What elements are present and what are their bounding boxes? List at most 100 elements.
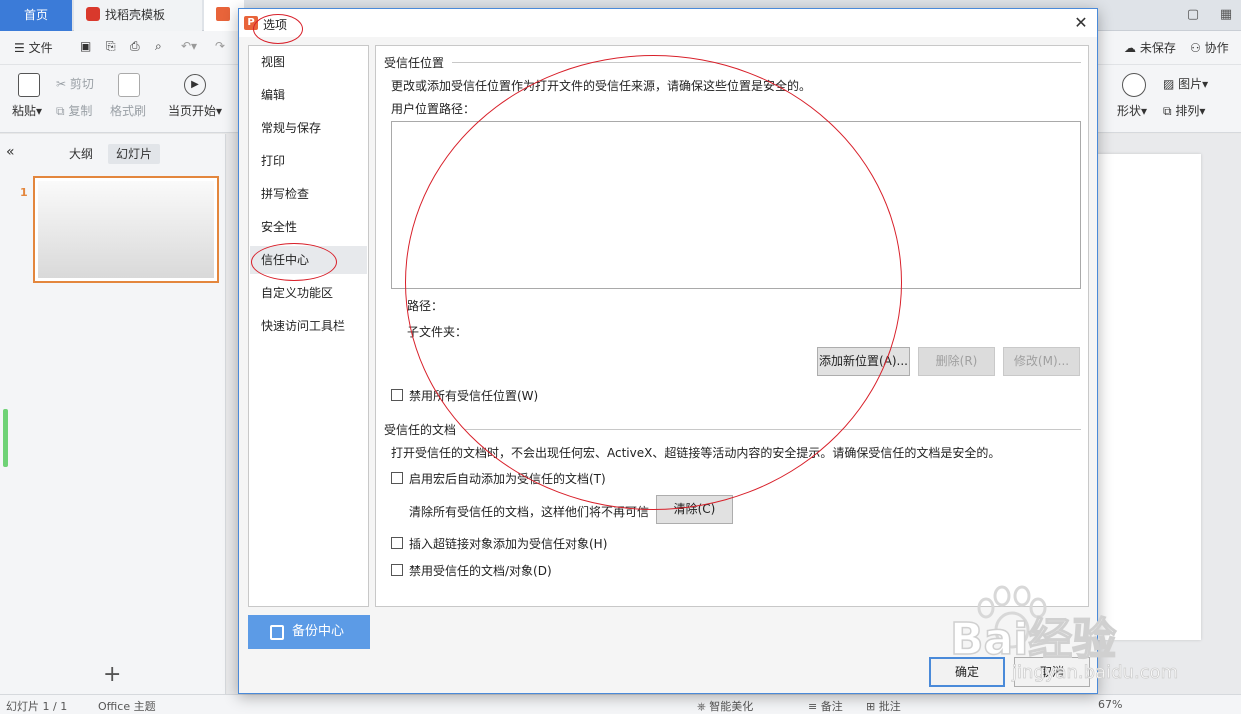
backup-center-button[interactable]: 备份中心 <box>248 615 370 649</box>
auto-add-trusted-label: 启用宏后自动添加为受信任的文档(T) <box>409 472 606 486</box>
options-nav: 视图 编辑 常规与保存 打印 拼写检查 安全性 信任中心 自定义功能区 快速访问… <box>248 45 369 607</box>
beautify-label: 智能美化 <box>709 700 754 713</box>
options-dialog: P 选项 ✕ 视图 编辑 常规与保存 打印 拼写检查 安全性 信任中心 自定义功… <box>238 8 1098 694</box>
play-icon[interactable]: ▶ <box>184 74 206 96</box>
format-painter-button[interactable]: 格式刷 <box>110 102 146 119</box>
trusted-documents-title: 受信任的文档 <box>384 423 457 437</box>
cut-label: 剪切 <box>69 77 94 91</box>
menu-file[interactable]: ☰ 文件 <box>14 39 53 56</box>
clear-button[interactable]: 清除(C) <box>656 495 733 524</box>
menu-file-label: 文件 <box>28 41 53 55</box>
slide-number: 1 <box>20 186 28 199</box>
docer-icon <box>86 7 100 21</box>
collab-label: 协作 <box>1204 41 1229 55</box>
delete-location-button[interactable]: 删除(R) <box>918 347 995 376</box>
hyperlink-trust-checkbox[interactable] <box>391 537 403 549</box>
hyperlink-trust-label: 插入超链接对象添加为受信任对象(H) <box>409 537 608 551</box>
collab-button[interactable]: ⚇ 协作 <box>1190 39 1229 56</box>
trust-center-panel: 受信任位置 更改或添加受信任位置作为打开文件的受信任来源，请确保这些位置是安全的… <box>375 45 1089 607</box>
from-current-button[interactable]: 当页开始▾ <box>168 102 222 119</box>
cut-button[interactable]: ✂ 剪切 <box>56 75 94 92</box>
nav-item-trust-center[interactable]: 信任中心 <box>250 246 367 274</box>
ok-button[interactable]: 确定 <box>929 657 1005 687</box>
user-path-label: 用户位置路径： <box>391 102 476 116</box>
clear-trusted-text: 清除所有受信任的文档，这样他们将不再可信 <box>409 505 650 519</box>
tab-template[interactable]: 找稻壳模板 <box>74 0 202 31</box>
cancel-button[interactable]: 取消 <box>1014 657 1090 687</box>
unsaved-label: 未保存 <box>1139 41 1176 55</box>
tab-home[interactable]: 首页 <box>0 0 72 31</box>
nav-item-spellcheck[interactable]: 拼写检查 <box>250 180 367 208</box>
undo-icon[interactable]: ↶▾ <box>181 39 197 53</box>
disable-all-locations-label: 禁用所有受信任位置(W) <box>409 389 539 403</box>
trusted-locations-title: 受信任位置 <box>384 56 445 70</box>
auto-add-trusted-checkbox[interactable] <box>391 472 403 484</box>
copy-button[interactable]: ⧉ 复制 <box>56 102 92 119</box>
export-icon[interactable]: ⎘ <box>106 39 116 54</box>
shape-label: 形状 <box>1117 104 1142 118</box>
collapse-icon[interactable]: « <box>6 144 15 160</box>
presentation-icon <box>216 7 230 21</box>
grid-icon[interactable]: ▦ <box>1216 6 1236 24</box>
paste-button[interactable]: 粘贴▾ <box>12 102 42 119</box>
trusted-locations-description: 更改或添加受信任位置作为打开文件的受信任来源，请确保这些位置是安全的。 <box>391 79 812 93</box>
arrange-button[interactable]: ⧉ 排列▾ <box>1163 102 1205 119</box>
redo-icon[interactable]: ↷ <box>215 39 225 53</box>
disable-trusted-docs-label: 禁用受信任的文档/对象(D) <box>409 564 552 578</box>
copy-label: 复制 <box>68 104 93 118</box>
nav-item-general-save[interactable]: 常规与保存 <box>250 114 367 142</box>
slide-thumbnail-preview <box>38 181 214 278</box>
notes-label: 备注 <box>820 700 843 713</box>
paste-icon[interactable] <box>18 73 40 97</box>
slide-thumbnail[interactable] <box>33 176 219 283</box>
preview-icon[interactable]: ⌕ <box>155 39 162 54</box>
comments-label: 批注 <box>878 700 901 713</box>
picture-button[interactable]: ▨ 图片▾ <box>1163 75 1208 92</box>
modify-location-button[interactable]: 修改(M)... <box>1003 347 1080 376</box>
dialog-title-bar[interactable]: P 选项 ✕ <box>239 9 1097 37</box>
shape-button[interactable]: 形状▾ <box>1117 102 1147 119</box>
tab-slides[interactable]: 幻灯片 <box>108 144 161 164</box>
window-layout-icon[interactable]: ▢ <box>1183 6 1203 24</box>
slide-info: 幻灯片 1 / 1 <box>6 700 68 713</box>
format-painter-label: 格式刷 <box>110 104 147 118</box>
nav-item-customize-ribbon[interactable]: 自定义功能区 <box>250 279 367 307</box>
nav-item-view[interactable]: 视图 <box>250 48 367 76</box>
beautify-button[interactable]: ⎈ 智能美化 <box>697 698 753 714</box>
trusted-documents-description: 打开受信任的文档时，不会出现任何宏、ActiveX、超链接等活动内容的安全提示。… <box>391 446 1001 460</box>
nav-item-quick-access[interactable]: 快速访问工具栏 <box>250 312 367 340</box>
section-divider <box>464 429 1081 430</box>
trusted-locations-list[interactable] <box>391 121 1081 289</box>
disable-trusted-docs-checkbox[interactable] <box>391 564 403 576</box>
nav-item-print[interactable]: 打印 <box>250 147 367 175</box>
add-slide-icon[interactable]: + <box>103 662 121 687</box>
section-divider <box>452 62 1081 63</box>
path-label: 路径： <box>407 299 444 313</box>
from-current-label: 当页开始 <box>168 104 217 118</box>
zoom-label: 67% <box>1098 698 1123 711</box>
shape-icon <box>1122 73 1146 97</box>
comments-button[interactable]: ⊞ 批注 <box>866 698 901 714</box>
format-painter-icon <box>118 73 140 97</box>
arrange-label: 排列 <box>1175 104 1200 118</box>
tab-outline[interactable]: 大纲 <box>61 144 101 164</box>
cloud-unsaved[interactable]: ☁ 未保存 <box>1124 39 1176 56</box>
close-icon[interactable]: ✕ <box>1071 13 1091 33</box>
tab-template-label: 找稻壳模板 <box>105 8 166 22</box>
nav-item-edit[interactable]: 编辑 <box>250 81 367 109</box>
disable-all-locations-checkbox[interactable] <box>391 389 403 401</box>
backup-center-label: 备份中心 <box>292 624 345 639</box>
paste-label: 粘贴 <box>12 104 37 118</box>
backup-icon <box>270 625 284 640</box>
save-icon[interactable]: ▣ <box>80 39 91 53</box>
notes-button[interactable]: ≡ 备注 <box>808 698 843 714</box>
print-icon[interactable]: ⎙ <box>130 39 140 54</box>
wps-logo-icon: P <box>244 16 258 30</box>
zoom-level[interactable]: 67% <box>1098 698 1122 711</box>
add-location-button[interactable]: 添加新位置(A)... <box>817 347 910 376</box>
subfolder-label: 子文件夹： <box>407 325 468 339</box>
nav-item-security[interactable]: 安全性 <box>250 213 367 241</box>
slide-panel: « 大纲 幻灯片 1 + <box>0 134 226 694</box>
scroll-indicator <box>3 409 8 467</box>
slide[interactable] <box>1097 154 1201 640</box>
